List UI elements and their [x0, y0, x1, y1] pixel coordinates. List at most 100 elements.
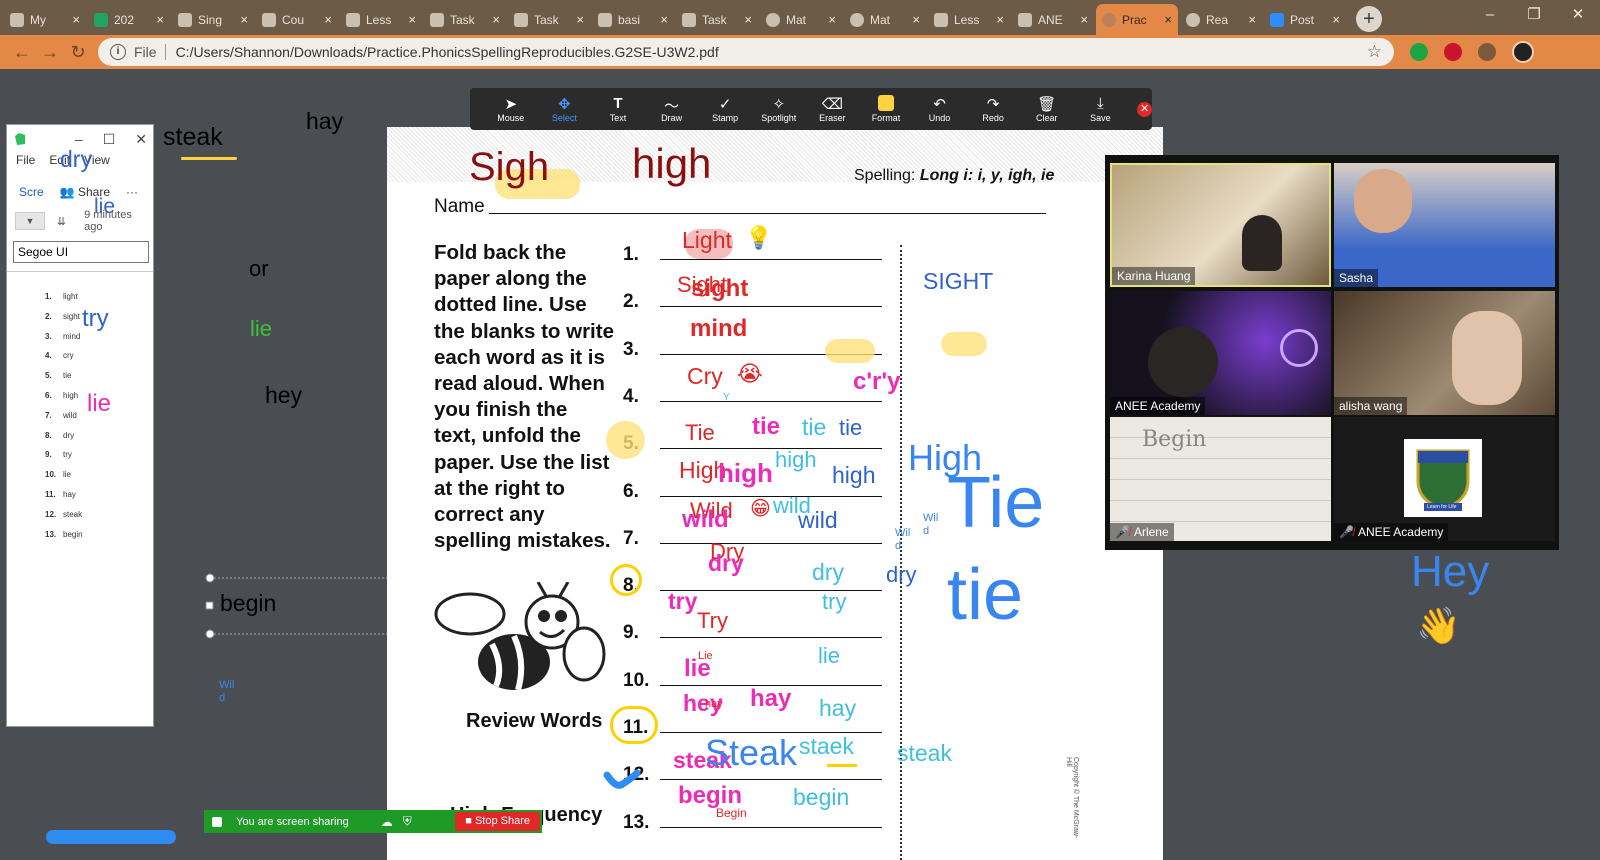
browser-tab[interactable]: Mat ×	[844, 4, 926, 35]
video-tile[interactable]: alisha wang	[1334, 291, 1555, 415]
minimize-icon[interactable]: –	[1468, 0, 1512, 30]
tool-text[interactable]: T Text	[591, 95, 645, 123]
url-text[interactable]: C:/Users/Shannon/Downloads/Practice.Phon…	[176, 44, 1367, 60]
tool-format[interactable]: Format	[859, 95, 913, 123]
answer-line[interactable]	[660, 779, 882, 781]
close-tab-icon[interactable]: ×	[1248, 12, 1256, 27]
browser-tab[interactable]: Sing ×	[172, 4, 254, 35]
tool-label: Spotlight	[761, 113, 797, 123]
tool-spotlight[interactable]: ✧ Spotlight	[752, 95, 806, 123]
close-tab-icon[interactable]: ×	[828, 12, 836, 27]
answer-line[interactable]	[660, 448, 882, 450]
browser-tab[interactable]: ANE ×	[1012, 4, 1094, 35]
answer-line[interactable]	[660, 495, 882, 497]
browser-tab[interactable]: Less ×	[340, 4, 422, 35]
video-tile[interactable]: Learn for Life 🎤̸ ANEE Academy	[1334, 417, 1555, 541]
reload-icon[interactable]: ↻	[64, 42, 92, 63]
close-tab-icon[interactable]: ×	[660, 12, 668, 27]
stop-share-button[interactable]: ■ Stop Share	[455, 812, 540, 831]
font-selector[interactable]: Segoe UI	[13, 241, 149, 263]
close-window-icon[interactable]: ✕	[1556, 0, 1600, 30]
list-word: hay	[63, 489, 76, 499]
video-tile[interactable]: Sasha	[1334, 163, 1555, 287]
close-icon[interactable]: ✕	[135, 131, 147, 148]
close-tab-icon[interactable]: ×	[324, 12, 332, 27]
tool-redo[interactable]: ↷ Redo	[966, 95, 1020, 123]
cloud-icon: ☁	[380, 814, 393, 829]
browser-tab[interactable]: basi ×	[592, 4, 674, 35]
close-tab-icon[interactable]: ×	[1332, 12, 1340, 27]
close-tab-icon[interactable]: ×	[996, 12, 1004, 27]
new-tab-button[interactable]: +	[1356, 6, 1382, 32]
video-tile[interactable]: ANEE Academy	[1110, 291, 1331, 415]
close-tab-icon[interactable]: ×	[744, 12, 752, 27]
browser-tab[interactable]: 202 ×	[88, 4, 170, 35]
maximize-icon[interactable]: ☐	[103, 131, 116, 148]
menu-file[interactable]: File	[16, 153, 35, 175]
answer-line[interactable]	[660, 637, 882, 639]
annotation-text: Wil	[219, 679, 235, 691]
list-number: 11.	[45, 489, 56, 499]
info-icon[interactable]: i	[110, 44, 126, 60]
tool-select[interactable]: ✥ Select	[538, 95, 592, 123]
browser-tab[interactable]: Less ×	[928, 4, 1010, 35]
answer-line[interactable]	[660, 826, 882, 828]
tool-mouse[interactable]: ➤ Mouse	[484, 95, 538, 123]
browser-tab[interactable]: Rea ×	[1180, 4, 1262, 35]
close-tab-icon[interactable]: ×	[72, 12, 80, 27]
tool-clear[interactable]: 🗑 Clear	[1020, 95, 1074, 123]
browser-tab[interactable]: Task ×	[676, 4, 758, 35]
puzzle-icon[interactable]	[1478, 43, 1496, 61]
browser-tab[interactable]: Mat ×	[760, 4, 842, 35]
video-tile[interactable]: Karina Huang	[1110, 163, 1331, 287]
tool-undo[interactable]: ↶ Undo	[913, 95, 967, 123]
restore-icon[interactable]: ❐	[1512, 0, 1556, 30]
list-word: cry	[63, 351, 74, 361]
close-tab-icon[interactable]: ×	[156, 12, 164, 27]
screen-button[interactable]: Scre	[19, 185, 44, 199]
bookmark-star-icon[interactable]: ☆	[1367, 42, 1382, 62]
browser-tab[interactable]: Task ×	[424, 4, 506, 35]
row-number: 10.	[623, 669, 650, 691]
list-number: 12.	[45, 509, 57, 519]
browser-tab[interactable]: Task ×	[508, 4, 590, 35]
tool-eraser[interactable]: ⌫ Eraser	[806, 95, 860, 123]
close-tab-icon[interactable]: ×	[1080, 12, 1088, 27]
window-controls: – ❐ ✕	[1468, 0, 1600, 30]
back-icon[interactable]: ←	[8, 42, 36, 63]
tool-stamp[interactable]: ✓ Stamp	[698, 95, 752, 123]
browser-tab[interactable]: Post ×	[1264, 4, 1346, 35]
expand-icon[interactable]: ⇊	[57, 215, 66, 228]
close-tab-icon[interactable]: ×	[1164, 12, 1172, 27]
close-tab-icon[interactable]: ×	[576, 12, 584, 27]
minimize-icon[interactable]: –	[75, 131, 83, 148]
close-toolbar-icon[interactable]: ✕	[1137, 101, 1153, 117]
browser-tab[interactable]: My ×	[4, 4, 86, 35]
answer-line[interactable]	[660, 542, 882, 544]
close-tab-icon[interactable]: ×	[912, 12, 920, 27]
tool-draw[interactable]: 〜 Draw	[645, 95, 699, 123]
answer-line[interactable]	[660, 400, 882, 402]
browser-tab-active[interactable]: Prac ×	[1096, 4, 1178, 35]
tool-save[interactable]: ⤓ Save	[1074, 95, 1128, 123]
close-tab-icon[interactable]: ×	[492, 12, 500, 27]
move-arrows-icon: ✥	[558, 96, 571, 113]
participant-name: Sasha	[1334, 269, 1379, 287]
extension-icon[interactable]	[1410, 43, 1428, 61]
answer-line[interactable]	[660, 306, 882, 308]
forward-icon[interactable]: →	[36, 42, 64, 63]
close-tab-icon[interactable]: ×	[408, 12, 416, 27]
answer-line[interactable]	[660, 259, 882, 260]
annotation-text: Tie	[947, 463, 1045, 543]
video-tile[interactable]: Begin 🎤̸ Arlene	[1110, 417, 1331, 541]
more-options-button[interactable]: ···	[126, 185, 138, 199]
ublock-icon[interactable]	[1444, 43, 1462, 61]
profile-avatar[interactable]	[1512, 41, 1534, 63]
browser-tab[interactable]: Cou ×	[256, 4, 338, 35]
participant-name-text: Arlene	[1133, 525, 1169, 539]
highlight-underline	[181, 157, 237, 160]
chevron-down-icon[interactable]: ▼	[15, 212, 45, 230]
annotation-text: lie	[684, 655, 711, 682]
close-tab-icon[interactable]: ×	[240, 12, 248, 27]
address-bar[interactable]: i File C:/Users/Shannon/Downloads/Practi…	[98, 38, 1394, 66]
